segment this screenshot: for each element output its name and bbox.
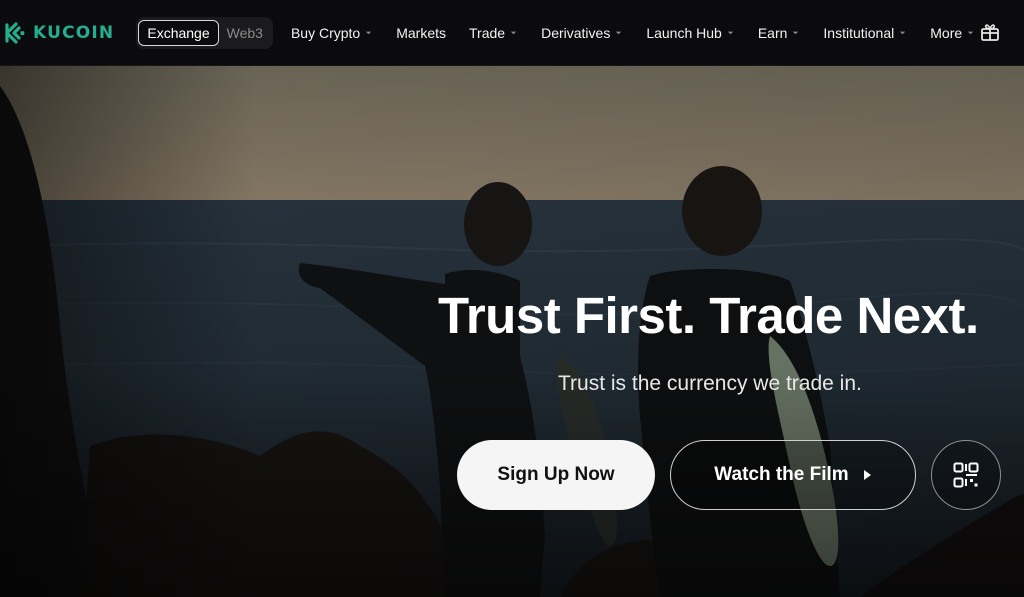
hero-section: Trust First. Trade Next. Trust is the cu… [0,66,1024,597]
menu-institutional[interactable]: Institutional [823,25,907,41]
menu-markets-label: Markets [396,24,447,41]
menu-trade-label: Trade [469,24,506,41]
menu-more-label: More [930,24,963,41]
play-triangle-icon [863,470,871,480]
chevron-down-icon [510,31,517,35]
menu-launch-hub[interactable]: Launch Hub [646,25,735,41]
menu-earn[interactable]: Earn [758,25,801,41]
kucoin-logo-icon [5,21,25,44]
main-menu: Buy Crypto Markets Trade Derivatives Lau… [291,25,998,41]
menu-markets[interactable]: Markets [396,25,446,41]
qr-code-icon [953,462,979,488]
brand-name: KUCOIN [33,22,115,43]
chevron-down-icon [967,31,974,35]
menu-launch-hub-label: Launch Hub [646,24,722,41]
menu-earn-label: Earn [757,24,788,41]
menu-buy-crypto[interactable]: Buy Crypto [291,25,373,41]
chevron-down-icon [793,31,799,35]
menu-more[interactable]: More [930,25,975,41]
chevron-down-icon [727,31,734,35]
menu-derivatives[interactable]: Derivatives [541,25,623,41]
chevron-down-icon [616,31,622,35]
hero-headline: Trust First. Trade Next. [438,287,979,344]
kucoin-logo[interactable]: KUCOIN [4,18,114,48]
menu-derivatives-label: Derivatives [541,24,611,41]
sign-up-button-label: Sign Up Now [497,464,615,485]
menu-trade[interactable]: Trade [469,25,518,41]
menu-buy-crypto-label: Buy Crypto [290,24,361,41]
hero-subline: Trust is the currency we trade in. [558,372,862,395]
watch-film-button[interactable]: Watch the Film [670,440,916,510]
qr-code-button[interactable] [931,440,1001,510]
exchange-web3-switch: Exchange Web3 [136,16,273,49]
watch-film-button-label: Watch the Film [714,464,849,485]
top-nav: KUCOIN Exchange Web3 Buy Crypto Markets … [0,0,1024,66]
sign-up-button[interactable]: Sign Up Now [457,440,655,510]
web3-tab[interactable]: Web3 [219,20,271,46]
menu-institutional-label: Institutional [823,24,895,41]
chevron-down-icon [900,31,906,35]
exchange-tab[interactable]: Exchange [138,19,219,46]
gift-box-icon[interactable] [978,20,1002,44]
chevron-down-icon [366,31,372,35]
